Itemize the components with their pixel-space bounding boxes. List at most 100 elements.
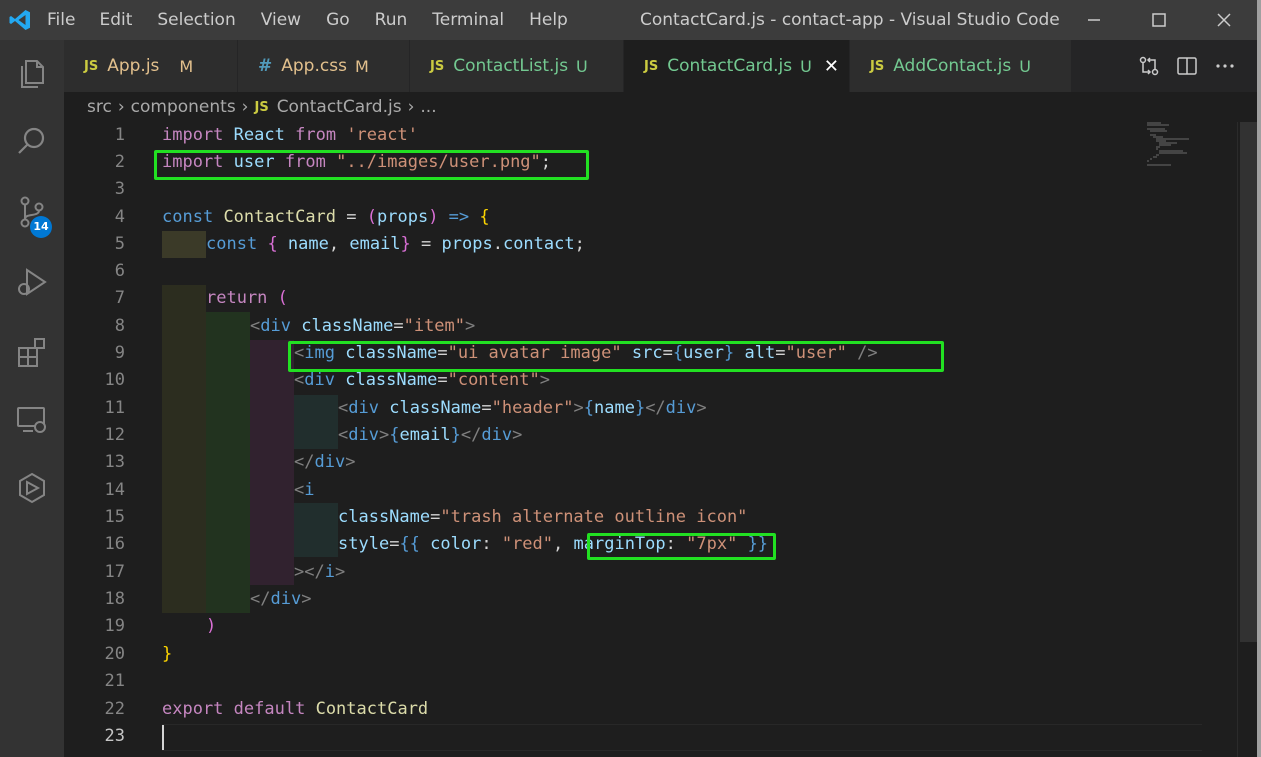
menu-help[interactable]: Help — [529, 10, 568, 30]
tab-status: U — [800, 56, 812, 76]
line-number: 22 — [104, 699, 125, 719]
breadcrumb-components[interactable]: components — [131, 97, 236, 117]
menu-go[interactable]: Go — [326, 10, 350, 30]
css-file-icon: # — [258, 56, 273, 76]
code-line-12: <div>{email}</div> — [338, 425, 523, 445]
chevron-right-icon: › — [117, 97, 125, 117]
more-actions-icon[interactable] — [1214, 55, 1236, 77]
tab-app-css[interactable]: # App.css M — [238, 40, 410, 92]
code-line-11: <div className="header">{name}</div> — [338, 398, 707, 418]
code-line-20: } — [162, 644, 173, 664]
title-bar: File Edit Selection View Go Run Terminal… — [0, 0, 1261, 40]
line-number: 6 — [114, 261, 125, 281]
search-button[interactable] — [0, 112, 64, 172]
tab-label: App.css — [281, 56, 347, 76]
text-cursor — [162, 725, 164, 750]
line-number: 3 — [114, 179, 125, 199]
js-file-icon: JS — [84, 58, 99, 74]
line-number: 18 — [104, 589, 125, 609]
explorer-icon — [21, 60, 44, 88]
tab-label: AddContact.js — [893, 56, 1012, 76]
line-number: 15 — [104, 507, 125, 527]
menu-run[interactable]: Run — [375, 10, 408, 30]
split-editor-icon[interactable] — [1176, 55, 1198, 77]
maximize-icon — [1152, 13, 1166, 27]
remote-explorer-button[interactable] — [0, 390, 64, 450]
menu-file[interactable]: File — [47, 10, 75, 30]
code-line-22: export default ContactCard — [162, 699, 429, 719]
code-line-5: const { name, email} = props.contact; — [206, 234, 585, 254]
scrollbar-thumb[interactable] — [1240, 122, 1257, 642]
line-number: 10 — [104, 370, 125, 390]
explorer-button[interactable] — [0, 44, 64, 104]
minimap[interactable] — [1147, 120, 1237, 180]
js-file-icon: JS — [870, 58, 885, 74]
highlight-box-import-user — [154, 150, 589, 180]
menu-edit[interactable]: Edit — [99, 10, 132, 30]
tab-label: ContactCard.js — [667, 56, 793, 76]
close-window-button[interactable] — [1191, 0, 1257, 40]
tab-close-icon[interactable]: ✕ — [824, 56, 839, 77]
minimize-button[interactable] — [1061, 0, 1127, 40]
vscode-logo-icon — [9, 10, 30, 30]
vertical-scrollbar[interactable] — [1237, 122, 1258, 757]
tab-contactcard-js[interactable]: JS ContactCard.js U ✕ — [624, 40, 850, 92]
tab-status: M — [354, 56, 369, 76]
close-icon — [1217, 13, 1231, 27]
js-file-icon: JS — [430, 58, 445, 74]
maximize-button[interactable] — [1126, 0, 1192, 40]
menu-terminal[interactable]: Terminal — [432, 10, 504, 30]
line-number: 13 — [104, 452, 125, 472]
breadcrumb: src › components › JS ContactCard.js › .… — [64, 92, 1257, 122]
tab-status: U — [1019, 56, 1031, 76]
line-number: 2 — [114, 152, 125, 172]
activity-bar: 14 — [0, 40, 64, 757]
line-number: 23 — [104, 726, 125, 746]
line-number: 4 — [114, 207, 125, 227]
code-line-13: </div> — [294, 452, 356, 472]
menu-view[interactable]: View — [261, 10, 301, 30]
tab-bar: JS App.js M # App.css M JS ContactList.j… — [64, 40, 1257, 92]
tab-label: ContactList.js — [453, 56, 569, 76]
remote-explorer-icon — [17, 407, 46, 433]
docker-icon — [19, 472, 45, 504]
open-changes-icon[interactable] — [1138, 55, 1160, 77]
line-number: 17 — [104, 562, 125, 582]
menu-bar: File Edit Selection View Go Run Terminal… — [47, 0, 593, 40]
extensions-button[interactable] — [0, 322, 64, 382]
menu-selection[interactable]: Selection — [157, 10, 235, 30]
code-line-14: <i — [294, 480, 315, 500]
code-editor[interactable]: 1 2 3 4 5 6 7 8 9 10 11 12 13 14 15 16 1… — [64, 122, 1257, 757]
line-number: 11 — [104, 398, 125, 418]
source-control-button[interactable]: 14 — [0, 182, 64, 242]
code-line-1: import React from 'react' — [162, 125, 418, 145]
line-number: 1 — [114, 125, 125, 145]
line-number: 5 — [114, 234, 125, 254]
docker-button[interactable] — [0, 458, 64, 518]
code-line-7: return ( — [206, 288, 288, 308]
run-debug-button[interactable] — [0, 252, 64, 312]
editor-actions — [1138, 40, 1236, 92]
code-line-17: ></i> — [294, 562, 346, 582]
tab-app-js[interactable]: JS App.js M — [64, 40, 238, 92]
source-control-badge: 14 — [30, 216, 52, 238]
breadcrumb-symbols[interactable]: ... — [420, 97, 436, 117]
js-file-icon: JS — [254, 99, 269, 115]
search-icon — [18, 127, 45, 154]
highlight-box-img-tag — [288, 341, 944, 372]
code-line-18: </div> — [250, 589, 312, 609]
extensions-icon — [18, 338, 45, 367]
breadcrumb-src[interactable]: src — [87, 97, 112, 117]
code-line-4: const ContactCard = (props) => { — [162, 207, 490, 227]
breadcrumb-file[interactable]: ContactCard.js — [277, 97, 402, 117]
highlight-box-margin-top — [587, 533, 776, 560]
line-number: 14 — [104, 480, 125, 500]
tab-addcontact-js[interactable]: JS AddContact.js U — [850, 40, 1072, 92]
line-number: 12 — [104, 425, 125, 445]
tab-status: U — [576, 56, 588, 76]
line-number: 7 — [114, 288, 125, 308]
line-number: 9 — [114, 343, 125, 363]
line-number: 20 — [104, 644, 125, 664]
tab-contactlist-js[interactable]: JS ContactList.js U — [410, 40, 624, 92]
tab-status: M — [179, 56, 194, 76]
